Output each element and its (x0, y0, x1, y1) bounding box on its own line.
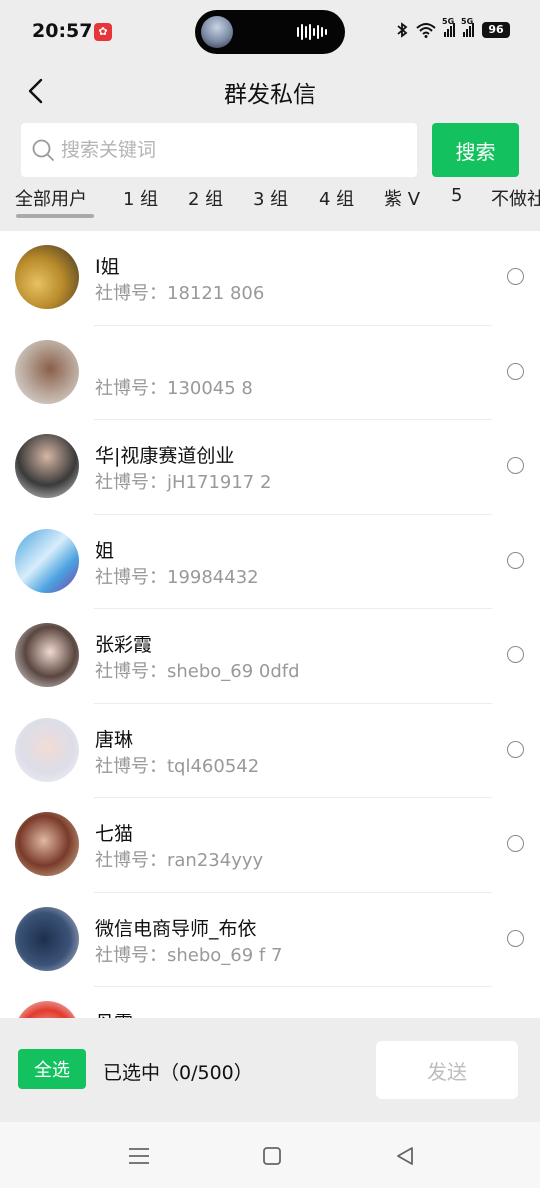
action-bar: 全选 已选中（0/500） 发送 (0, 1018, 540, 1122)
status-time: 20:57 (32, 20, 93, 42)
user-id: 社博号：shebo_69 0dfd (95, 661, 300, 682)
user-id: 社博号：19984432 (95, 566, 259, 588)
user-id: 社博号：ran234yyy (95, 850, 264, 871)
user-id: 社博号：shebo_69 f 7 (95, 944, 283, 966)
tab-group-3[interactable]: 3 组 (253, 185, 288, 211)
back-triangle-icon[interactable] (393, 1144, 417, 1168)
user-name: 姐 (95, 539, 115, 562)
bluetooth-icon (397, 22, 408, 38)
send-button[interactable]: 发送 (376, 1041, 518, 1099)
tab-purple-v[interactable]: 紫 V (384, 185, 420, 211)
user-row[interactable]: 七猫 社博号：ran234yyy (0, 798, 540, 893)
status-bar: 20:57 ✿ 5G 5G 96 (0, 0, 540, 64)
user-name: 华|视康赛道创业 (95, 445, 235, 467)
selected-count: 已选中（0/500） (103, 1062, 253, 1084)
menu-icon[interactable] (127, 1144, 151, 1168)
avatar (15, 339, 79, 404)
tab-indicator (16, 214, 94, 218)
page-title: 群发私信 (224, 82, 316, 108)
select-all-button[interactable]: 全选 (18, 1049, 86, 1089)
select-radio[interactable] (507, 457, 524, 474)
battery-indicator: 96 (482, 22, 510, 38)
select-radio[interactable] (507, 835, 524, 852)
user-id: 社博号：tql460542 (95, 755, 260, 777)
signal-icon: 5G (442, 17, 455, 37)
home-square-icon[interactable] (260, 1144, 284, 1168)
user-id: 社博号：130045 8 (95, 377, 253, 399)
search-input[interactable] (61, 123, 401, 177)
user-row[interactable]: 张彩霞 社博号：shebo_69 0dfd (0, 609, 540, 704)
user-row[interactable]: 微信电商导师_布依 社博号：shebo_69 f 7 (0, 893, 540, 987)
signal-icon-2: 5G (461, 17, 474, 37)
avatar (15, 1001, 79, 1018)
user-name: 唐琳 (95, 728, 134, 751)
user-row[interactable]: 社博号：130045 8 (0, 326, 540, 420)
user-name: 丹霞 (95, 1008, 133, 1018)
avatar (15, 528, 79, 593)
avatar (15, 717, 79, 782)
user-row[interactable]: 丹霞 (0, 987, 540, 1018)
avatar (15, 623, 79, 687)
user-row[interactable]: 唐琳 社博号：tql460542 (0, 704, 540, 798)
user-row[interactable]: I姐 社博号：18121 806 (0, 231, 540, 326)
user-name: I姐 (95, 256, 120, 278)
user-name: 微信电商导师_布依 (95, 917, 257, 940)
user-row[interactable]: 华|视康赛道创业 社博号：jH171917 2 (0, 420, 540, 515)
avatar (15, 812, 79, 876)
dynamic-island[interactable] (195, 10, 345, 54)
user-name: 张彩霞 (95, 634, 153, 656)
avatar (15, 245, 79, 309)
select-radio[interactable] (507, 551, 524, 569)
tab-not-doing[interactable]: 不做社 (491, 185, 540, 211)
user-list: I姐 社博号：18121 806 社博号：130045 8 华|视康赛道创业 社… (0, 231, 540, 1018)
search-button[interactable]: 搜索 (432, 123, 519, 177)
wifi-icon (416, 23, 436, 38)
tab-group-4[interactable]: 4 组 (319, 185, 354, 211)
media-thumbnail (201, 16, 233, 48)
select-radio[interactable] (507, 268, 524, 285)
user-row[interactable]: 姐 社博号：19984432 (0, 515, 540, 609)
user-id: 社博号：18121 806 (95, 283, 265, 304)
user-id: 社博号：jH171917 2 (95, 472, 272, 493)
select-radio[interactable] (507, 740, 524, 758)
avatar (15, 906, 79, 971)
search-box[interactable] (21, 123, 417, 177)
tab-group-5[interactable]: 5 (451, 185, 462, 206)
notification-app-icon: ✿ (94, 23, 112, 41)
tab-group-1[interactable]: 1 组 (123, 185, 158, 211)
audio-wave-icon (297, 24, 327, 40)
select-radio[interactable] (507, 646, 524, 663)
system-nav-bar (0, 1122, 540, 1188)
search-icon (32, 139, 54, 161)
avatar (15, 434, 79, 498)
status-icons: 5G 5G 96 (396, 17, 510, 38)
user-name: 七猫 (95, 823, 134, 845)
title-bar: 群发私信 (0, 64, 540, 118)
select-radio[interactable] (507, 929, 524, 947)
select-radio[interactable] (507, 362, 524, 380)
tab-all-users[interactable]: 全部用户 (15, 185, 87, 211)
tab-group-2[interactable]: 2 组 (188, 185, 223, 211)
